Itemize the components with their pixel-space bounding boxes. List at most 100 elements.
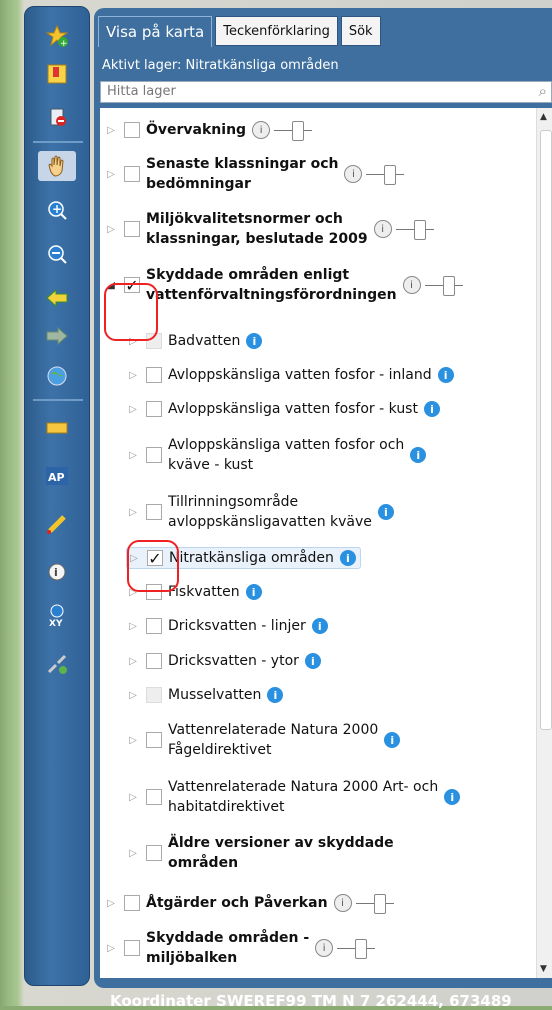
scrollbar-thumb[interactable] bbox=[540, 130, 552, 730]
layer-checkbox[interactable] bbox=[124, 166, 140, 182]
layer-label: Skyddade områden - miljöbalken bbox=[146, 930, 310, 966]
info-gray-icon[interactable]: i bbox=[333, 894, 352, 912]
layer-checkbox[interactable] bbox=[124, 895, 140, 911]
layer-checkbox[interactable] bbox=[146, 687, 162, 703]
expand-arrow-icon[interactable]: ▷ bbox=[126, 792, 140, 803]
layer-miljokvalitetsnormer[interactable]: ▷ Miljökvalitetsnormer och klassningar, b… bbox=[104, 209, 434, 249]
expand-arrow-icon[interactable]: ▷ bbox=[104, 125, 118, 136]
info-gray-icon[interactable]: i bbox=[344, 165, 363, 183]
draw-icon[interactable] bbox=[42, 509, 72, 539]
sublayer-avlopp-kust[interactable]: ▷ Avloppskänsliga vatten fosfor - kust i bbox=[126, 399, 440, 419]
layer-label: Badvatten bbox=[168, 333, 241, 349]
sublayer-avlopp-inland[interactable]: ▷ Avloppskänsliga vatten fosfor - inland… bbox=[126, 365, 454, 385]
layer-checkbox[interactable] bbox=[146, 618, 162, 634]
layer-label: Fiskvatten bbox=[168, 584, 240, 600]
info-gray-icon[interactable]: i bbox=[373, 220, 392, 238]
opacity-slider[interactable] bbox=[355, 894, 394, 914]
delete-icon[interactable] bbox=[42, 101, 72, 131]
toolbar-separator bbox=[33, 399, 83, 401]
layer-checkbox[interactable] bbox=[146, 504, 162, 520]
info-icon[interactable]: i bbox=[339, 550, 356, 566]
bookmark-icon[interactable] bbox=[42, 59, 72, 89]
zoom-out-icon[interactable] bbox=[42, 239, 72, 269]
sublayer-natura-art[interactable]: ▷ Vattenrelaterade Natura 2000 Art- och h… bbox=[126, 777, 461, 817]
layer-miljobalken[interactable]: ▷ Skyddade områden - miljöbalken i bbox=[104, 928, 376, 968]
layer-atgarder[interactable]: ▷ Åtgärder och Påverkan i bbox=[104, 893, 394, 914]
tree-scrollbar[interactable]: ▲ ▼ bbox=[536, 108, 552, 978]
layer-checkbox[interactable] bbox=[146, 401, 162, 417]
full-extent-icon[interactable] bbox=[42, 361, 72, 391]
expand-arrow-icon[interactable]: ▷ bbox=[104, 943, 118, 954]
opacity-slider[interactable] bbox=[274, 121, 313, 141]
sublayer-musselvatten[interactable]: ▷ Musselvatten i bbox=[126, 685, 284, 705]
info-icon[interactable]: i bbox=[245, 584, 262, 600]
layer-checkbox[interactable] bbox=[146, 845, 162, 861]
info-icon[interactable]: i bbox=[377, 504, 394, 520]
pan-hand-icon[interactable] bbox=[38, 151, 76, 181]
search-icon[interactable]: ⌕ bbox=[539, 82, 547, 100]
star-add-icon[interactable]: + bbox=[42, 21, 72, 51]
layer-checkbox[interactable] bbox=[146, 367, 162, 383]
ap-icon[interactable]: AP bbox=[42, 461, 72, 491]
expand-arrow-icon[interactable]: ▷ bbox=[126, 690, 140, 701]
layer-panel: Visa på karta Teckenförklaring Sök Aktiv… bbox=[94, 8, 552, 988]
identify-icon[interactable]: i bbox=[42, 557, 72, 587]
svg-text:AP: AP bbox=[48, 471, 65, 484]
expand-arrow-icon[interactable]: ▷ bbox=[126, 656, 140, 667]
tab-teckenforklaring[interactable]: Teckenförklaring bbox=[215, 16, 338, 46]
layer-overvakning[interactable]: ▷ Övervakning i bbox=[104, 120, 313, 141]
link-icon[interactable] bbox=[42, 649, 72, 679]
zoom-in-icon[interactable]: + bbox=[42, 195, 72, 225]
expand-arrow-icon[interactable]: ▷ bbox=[126, 450, 140, 461]
info-icon[interactable]: i bbox=[304, 653, 321, 669]
layer-checkbox[interactable] bbox=[146, 447, 162, 463]
layer-search-input[interactable]: Hitta lager ⌕ bbox=[100, 81, 552, 103]
layer-label: Skyddade områden enligt vattenförvaltning… bbox=[146, 267, 397, 303]
layer-checkbox[interactable] bbox=[124, 122, 140, 138]
tab-visa-pa-karta[interactable]: Visa på karta bbox=[98, 16, 213, 47]
sublayer-tillrinning[interactable]: ▷ Tillrinningsområde avloppskänsligavatte… bbox=[126, 492, 394, 532]
layer-checkbox[interactable] bbox=[124, 221, 140, 237]
sublayer-dricksvatten-linjer[interactable]: ▷ Dricksvatten - linjer i bbox=[126, 616, 328, 636]
layer-checkbox[interactable] bbox=[146, 789, 162, 805]
info-icon[interactable]: i bbox=[437, 367, 454, 383]
expand-arrow-icon[interactable]: ▷ bbox=[126, 621, 140, 632]
info-gray-icon[interactable]: i bbox=[252, 121, 271, 139]
info-icon[interactable]: i bbox=[311, 618, 328, 634]
measure-icon[interactable] bbox=[42, 413, 72, 443]
info-icon[interactable]: i bbox=[246, 333, 263, 349]
sublayer-dricksvatten-ytor[interactable]: ▷ Dricksvatten - ytor i bbox=[126, 651, 321, 671]
expand-arrow-icon[interactable]: ▷ bbox=[126, 507, 140, 518]
opacity-slider[interactable] bbox=[424, 276, 463, 296]
sublayer-natura-fagel[interactable]: ▷ Vattenrelaterade Natura 2000 Fågeldirek… bbox=[126, 720, 401, 760]
sublayer-avlopp-kvave-kust[interactable]: ▷ Avloppskänsliga vatten fosfor och kväve… bbox=[126, 435, 427, 475]
expand-arrow-icon[interactable]: ▷ bbox=[104, 169, 118, 180]
expand-arrow-icon[interactable]: ▷ bbox=[126, 404, 140, 415]
forward-arrow-icon[interactable] bbox=[42, 321, 72, 351]
expand-arrow-icon[interactable]: ▷ bbox=[126, 370, 140, 381]
info-icon[interactable]: i bbox=[410, 447, 427, 463]
scroll-up-icon[interactable]: ▲ bbox=[540, 112, 547, 122]
layer-checkbox[interactable] bbox=[124, 940, 140, 956]
expand-arrow-icon[interactable]: ▷ bbox=[126, 848, 140, 859]
back-arrow-icon[interactable] bbox=[42, 283, 72, 313]
tab-sok[interactable]: Sök bbox=[340, 16, 381, 46]
info-gray-icon[interactable]: i bbox=[315, 939, 334, 957]
scroll-down-icon[interactable]: ▼ bbox=[540, 964, 547, 974]
info-icon[interactable]: i bbox=[444, 789, 461, 805]
info-icon[interactable]: i bbox=[423, 401, 440, 417]
layer-checkbox[interactable] bbox=[146, 732, 162, 748]
info-gray-icon[interactable]: i bbox=[402, 276, 421, 294]
opacity-slider[interactable] bbox=[366, 165, 405, 185]
expand-arrow-icon[interactable]: ▷ bbox=[104, 224, 118, 235]
opacity-slider[interactable] bbox=[395, 220, 434, 240]
layer-checkbox[interactable] bbox=[146, 653, 162, 669]
info-icon[interactable]: i bbox=[267, 687, 284, 703]
expand-arrow-icon[interactable]: ▷ bbox=[126, 735, 140, 746]
opacity-slider[interactable] bbox=[337, 939, 376, 959]
info-icon[interactable]: i bbox=[384, 732, 401, 748]
xy-coordinate-icon[interactable]: XY bbox=[42, 601, 72, 631]
expand-arrow-icon[interactable]: ▷ bbox=[104, 898, 118, 909]
layer-senaste-klassningar[interactable]: ▷ Senaste klassningar och bedömningar i bbox=[104, 154, 405, 194]
sublayer-aldre-versioner[interactable]: ▷ Äldre versioner av skyddade områden bbox=[126, 833, 394, 873]
